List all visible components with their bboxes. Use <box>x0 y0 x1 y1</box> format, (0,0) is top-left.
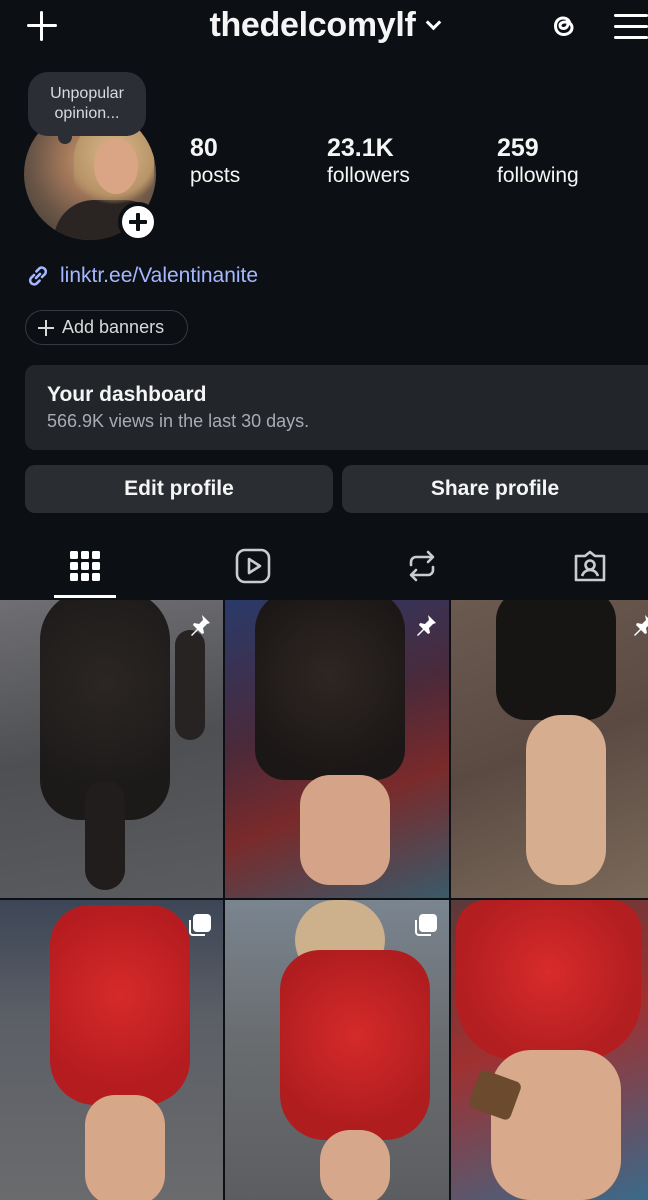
post-thumbnail[interactable] <box>0 900 223 1200</box>
reposts-icon <box>409 550 435 582</box>
pin-icon <box>634 615 648 636</box>
tagged-icon <box>574 550 606 582</box>
post-thumbnail[interactable] <box>225 600 449 898</box>
plus-icon <box>38 319 54 336</box>
stat-following[interactable]: 259 following <box>497 134 579 189</box>
top-bar: thedelcomylf <box>0 0 648 56</box>
reels-icon <box>235 548 271 584</box>
add-banners-label: Add banners <box>62 317 165 337</box>
followers-label: followers <box>327 164 410 187</box>
link-icon <box>28 266 48 286</box>
post-thumbnail[interactable] <box>451 900 648 1200</box>
pin-icon <box>191 615 210 636</box>
followers-count: 23.1K <box>327 134 394 162</box>
active-tab-indicator <box>54 595 116 598</box>
tab-grid[interactable] <box>54 534 116 600</box>
tab-tagged[interactable] <box>559 534 621 600</box>
profile-tabs <box>0 534 648 600</box>
posts-count: 80 <box>190 134 218 162</box>
tab-reposts[interactable] <box>391 534 453 600</box>
note-bubble[interactable]: Unpopular opinion... <box>28 72 146 144</box>
post-thumbnail[interactable] <box>225 900 449 1200</box>
username: thedelcomylf <box>209 6 416 44</box>
pin-icon <box>417 615 436 636</box>
grid-icon <box>70 551 100 581</box>
edit-profile-button[interactable]: Edit profile <box>25 465 333 513</box>
bio-link-text: linktr.ee/Valentinanite <box>60 264 259 287</box>
following-count: 259 <box>497 134 539 162</box>
carousel-icon <box>415 914 437 936</box>
note-text: Unpopular opinion... <box>50 85 124 122</box>
following-label: following <box>497 164 579 187</box>
carousel-icon <box>189 914 211 936</box>
stat-followers[interactable]: 23.1K followers <box>327 134 410 189</box>
post-thumbnail[interactable] <box>451 600 648 898</box>
threads-icon[interactable] <box>548 10 580 42</box>
posts-grid <box>0 600 648 1200</box>
add-banners-button[interactable]: Add banners <box>25 310 188 345</box>
menu-icon[interactable] <box>614 12 648 42</box>
dashboard-title: Your dashboard <box>47 383 207 406</box>
bio-link[interactable]: linktr.ee/Valentinanite <box>24 262 258 290</box>
dashboard-card[interactable]: Your dashboard 566.9K views in the last … <box>25 365 648 450</box>
tab-reels[interactable] <box>222 534 284 600</box>
post-thumbnail[interactable] <box>0 600 223 898</box>
add-story-icon[interactable] <box>118 202 158 242</box>
share-profile-button[interactable]: Share profile <box>342 465 648 513</box>
posts-label: posts <box>190 164 241 187</box>
dashboard-subtitle: 566.9K views in the last 30 days. <box>47 411 310 431</box>
stat-posts[interactable]: 80 posts <box>190 134 240 189</box>
chevron-down-icon <box>425 14 441 31</box>
